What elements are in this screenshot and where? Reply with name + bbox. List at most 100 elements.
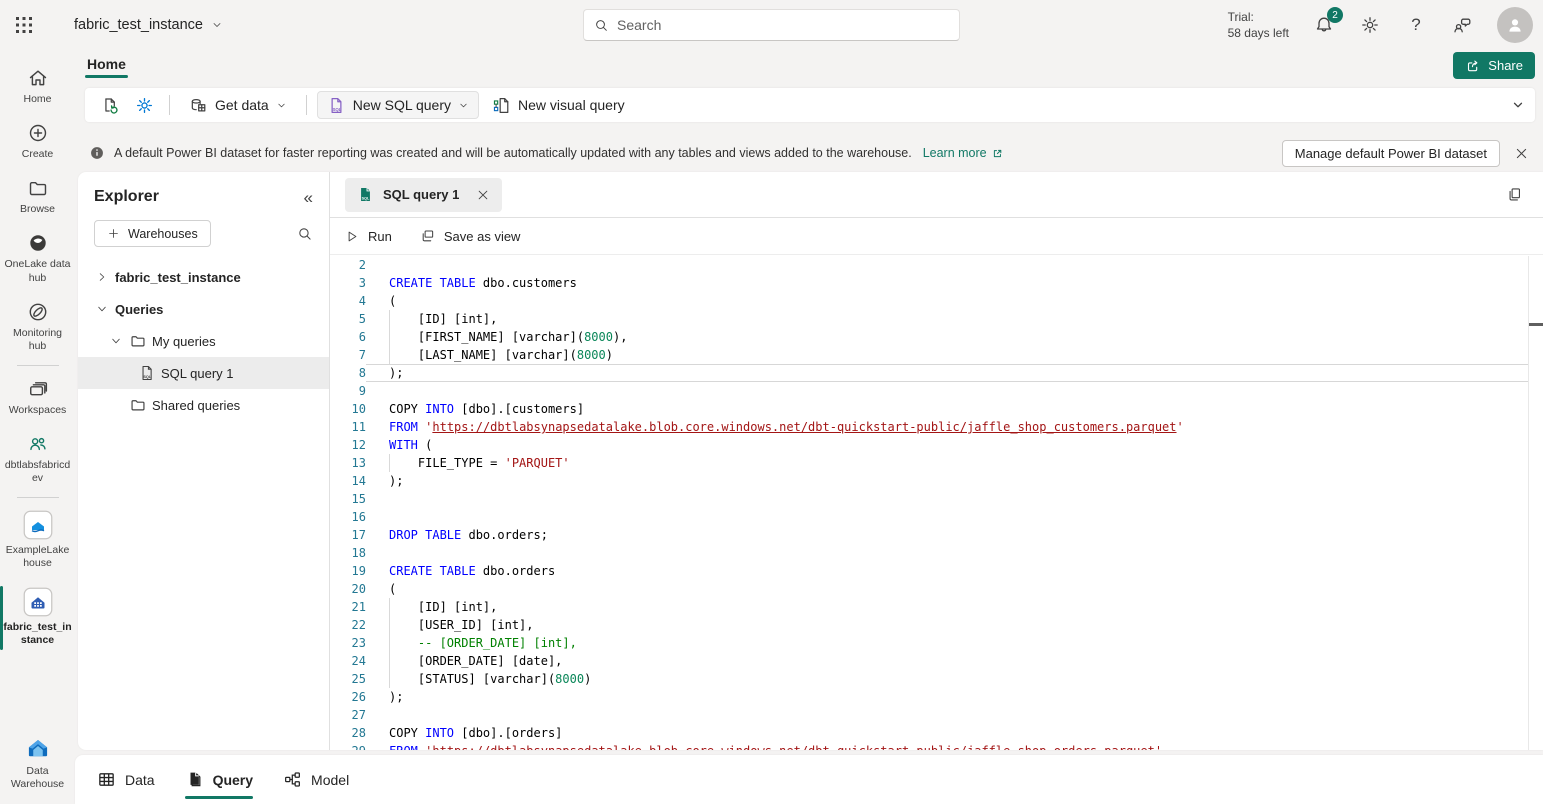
code-line-5[interactable]: 5 [ID] [int],	[330, 310, 1543, 328]
explorer-search-button[interactable]	[297, 226, 313, 242]
manage-dataset-button[interactable]: Manage default Power BI dataset	[1282, 140, 1500, 167]
code-line-11[interactable]: 11FROM 'https://dbtlabsynapsedatalake.bl…	[330, 418, 1543, 436]
tree-item-label: My queries	[152, 334, 216, 349]
view-tab-data[interactable]: Data	[97, 755, 155, 804]
rail-item-home[interactable]: Home	[0, 60, 75, 115]
code-line-content: );	[366, 688, 1529, 706]
chevron-down-icon[interactable]	[94, 301, 110, 317]
code-line-13[interactable]: 13 FILE_TYPE = 'PARQUET'	[330, 454, 1543, 472]
code-line-15[interactable]: 15	[330, 490, 1543, 508]
search-input[interactable]	[617, 17, 949, 33]
account-avatar[interactable]	[1497, 7, 1533, 43]
person-icon	[1505, 15, 1525, 35]
code-line-20[interactable]: 20(	[330, 580, 1543, 598]
rail-item-create[interactable]: Create	[0, 115, 75, 170]
code-line-27[interactable]: 27	[330, 706, 1543, 724]
document-refresh-icon	[101, 96, 120, 115]
add-warehouses-button[interactable]: Warehouses	[94, 220, 211, 247]
collapse-ribbon-button[interactable]	[1511, 98, 1525, 112]
global-search[interactable]	[583, 9, 960, 41]
collapse-explorer-button[interactable]: «	[304, 189, 313, 206]
settings-gear-button[interactable]	[129, 91, 159, 119]
code-line-12[interactable]: 12WITH (	[330, 436, 1543, 454]
chevron-down-icon[interactable]	[108, 333, 124, 349]
code-line-7[interactable]: 7 [LAST_NAME] [varchar](8000)	[330, 346, 1543, 364]
line-number: 29	[330, 742, 366, 750]
code-line-19[interactable]: 19CREATE TABLE dbo.orders	[330, 562, 1543, 580]
view-tab-query[interactable]: Query	[185, 755, 253, 804]
rail-item-monitoring-hub[interactable]: Monitoring hub	[0, 294, 75, 362]
rail-item-examplelakehouse[interactable]: ExampleLakehouse	[0, 503, 75, 579]
rail-item-fabric-test-instance[interactable]: fabric_test_instance	[0, 580, 75, 656]
data-warehouse-icon	[25, 735, 51, 761]
settings-button[interactable]	[1359, 14, 1381, 36]
code-line-6[interactable]: 6 [FIRST_NAME] [varchar](8000),	[330, 328, 1543, 346]
code-line-29[interactable]: 29FROM 'https://dbtlabsynapsedatalake.bl…	[330, 742, 1543, 750]
code-line-18[interactable]: 18	[330, 544, 1543, 562]
line-number: 14	[330, 472, 366, 490]
topbar-actions: Trial: 58 days left 2 ?	[1228, 0, 1533, 50]
share-button[interactable]: Share	[1453, 52, 1535, 79]
code-line-21[interactable]: 21 [ID] [int],	[330, 598, 1543, 616]
line-number: 15	[330, 490, 366, 508]
line-number: 23	[330, 634, 366, 652]
chevron-right-icon[interactable]	[94, 269, 110, 285]
banner-close-button[interactable]	[1514, 146, 1529, 161]
code-line-2[interactable]: 2	[330, 256, 1543, 274]
get-data-button[interactable]: Get data	[180, 91, 296, 119]
code-line-4[interactable]: 4(	[330, 292, 1543, 310]
app-launcher-icon[interactable]	[0, 0, 48, 50]
tree-item-my-queries[interactable]: My queries	[78, 325, 329, 357]
tree-item-sql-query-1[interactable]: SQLSQL query 1	[78, 357, 329, 389]
rail-item-label: fabric_test_instance	[3, 621, 72, 647]
rail-item-browse[interactable]: Browse	[0, 170, 75, 225]
code-line-10[interactable]: 10COPY INTO [dbo].[customers]	[330, 400, 1543, 418]
rail-item-dbtlabsfabricdev[interactable]: dbtlabsfabricdev	[0, 426, 75, 494]
sql-code-editor[interactable]: 23CREATE TABLE dbo.customers4(5 [ID] [in…	[330, 256, 1543, 750]
code-line-9[interactable]: 9	[330, 382, 1543, 400]
code-line-17[interactable]: 17DROP TABLE dbo.orders;	[330, 526, 1543, 544]
notifications-button[interactable]: 2	[1313, 14, 1335, 36]
code-line-26[interactable]: 26);	[330, 688, 1543, 706]
code-line-14[interactable]: 14);	[330, 472, 1543, 490]
code-line-28[interactable]: 28COPY INTO [dbo].[orders]	[330, 724, 1543, 742]
trial-status[interactable]: Trial: 58 days left	[1228, 9, 1289, 41]
code-line-25[interactable]: 25 [STATUS] [varchar](8000)	[330, 670, 1543, 688]
tree-item-fabric-test-instance[interactable]: fabric_test_instance	[78, 261, 329, 293]
tab-close-button[interactable]	[476, 188, 490, 202]
code-line-content: FROM 'https://dbtlabsynapsedatalake.blob…	[366, 742, 1529, 750]
explorer-header: Explorer «	[78, 172, 329, 212]
svg-text:SQL: SQL	[362, 196, 370, 200]
code-line-22[interactable]: 22 [USER_ID] [int],	[330, 616, 1543, 634]
view-tab-model[interactable]: Model	[283, 755, 349, 804]
code-line-24[interactable]: 24 [ORDER_DATE] [date],	[330, 652, 1543, 670]
rail-item-onelake-data-hub[interactable]: OneLake data hub	[0, 225, 75, 293]
code-line-23[interactable]: 23 -- [ORDER_DATE] [int],	[330, 634, 1543, 652]
refresh-source-button[interactable]	[95, 91, 125, 119]
tab-home[interactable]: Home	[85, 52, 128, 76]
lakehouse-tile-icon	[23, 510, 53, 540]
rail-item-workspaces[interactable]: Workspaces	[0, 371, 75, 426]
feedback-button[interactable]	[1451, 14, 1473, 36]
model-icon	[283, 770, 302, 789]
svg-text:SQL: SQL	[332, 106, 341, 111]
editor-scrollbar-track[interactable]	[1528, 256, 1529, 750]
run-button[interactable]: Run	[345, 229, 392, 244]
code-line-3[interactable]: 3CREATE TABLE dbo.customers	[330, 274, 1543, 292]
rail-item-data-warehouse[interactable]: Data Warehouse	[0, 728, 75, 800]
code-line-16[interactable]: 16	[330, 508, 1543, 526]
tab-title: SQL query 1	[383, 187, 459, 202]
code-line-8[interactable]: 8);	[330, 364, 1543, 382]
help-button[interactable]: ?	[1405, 14, 1427, 36]
tree-item-queries[interactable]: Queries	[78, 293, 329, 325]
learn-more-link[interactable]: Learn more	[923, 146, 1004, 160]
copy-button[interactable]	[1506, 186, 1523, 203]
workspace-switcher[interactable]: fabric_test_instance	[74, 17, 223, 33]
line-number: 28	[330, 724, 366, 742]
new-sql-query-button[interactable]: SQL New SQL query	[317, 91, 479, 119]
save-as-view-button[interactable]: Save as view	[420, 228, 521, 244]
tab-sql-query-1[interactable]: SQL SQL query 1	[345, 178, 502, 212]
view-switcher-bar: Data Query Model	[75, 755, 1543, 804]
tree-item-shared-queries[interactable]: Shared queries	[78, 389, 329, 421]
new-visual-query-button[interactable]: New visual query	[483, 91, 634, 119]
